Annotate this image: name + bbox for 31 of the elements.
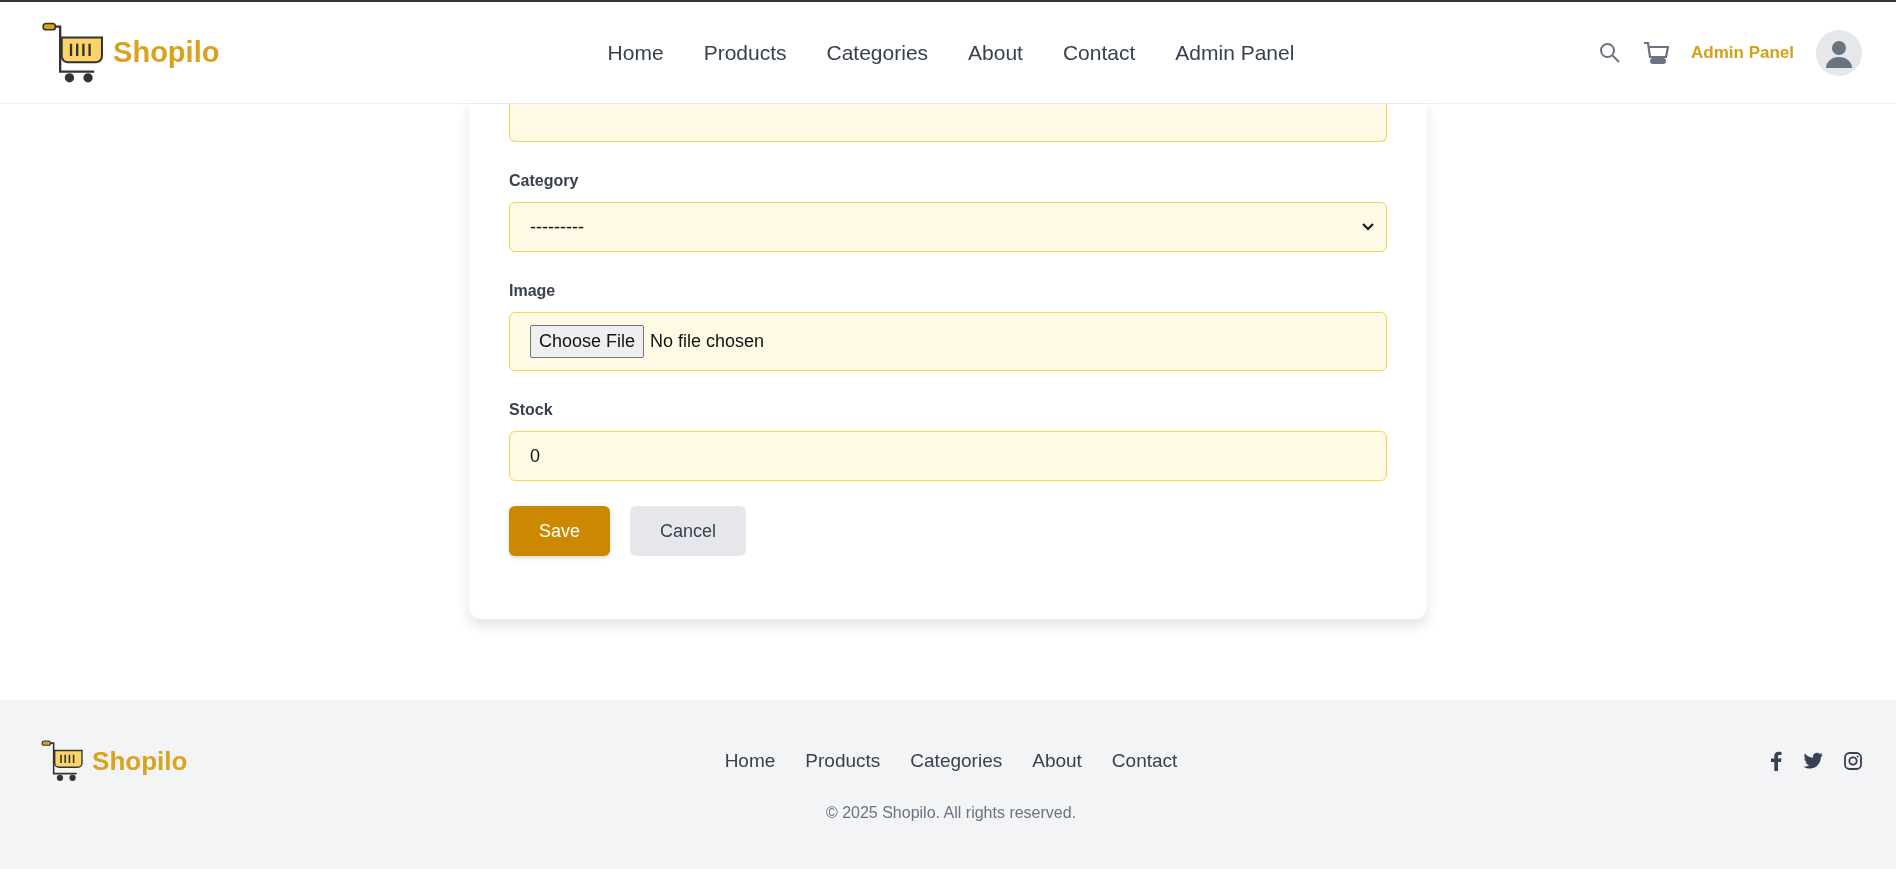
file-input[interactable]: Choose File No file chosen [509,312,1387,371]
nav-link[interactable]: About [968,40,1023,65]
footer-link[interactable]: Products [805,750,881,772]
field-label: Stock [509,401,554,419]
footer-link[interactable]: Contact [1111,750,1178,772]
twitter-bird-icon[interactable] [1802,752,1824,770]
copyright-text: © 2025 Shopilo. All rights reserved. [824,804,1078,822]
choose-file-button[interactable]: Choose File [530,325,645,358]
footer-link[interactable]: Home [724,750,776,772]
search-icon[interactable] [1599,41,1622,64]
shopping-cart-icon [40,740,85,782]
facebook-icon[interactable] [1770,751,1782,771]
footer-link[interactable]: About [1032,750,1082,772]
nav-link[interactable]: Contact [1062,40,1136,65]
chevron-down-icon [1362,223,1374,231]
file-status-text: No file chosen [650,331,765,352]
cart-icon[interactable] [1643,40,1670,65]
shopping-cart-icon [40,21,106,84]
nav-link[interactable]: Categories [826,40,929,65]
user-avatar-icon[interactable] [1816,29,1862,76]
field-label: Category [509,172,580,190]
cancel-button[interactable]: Cancel [630,506,747,556]
nav-link[interactable]: Home [607,40,664,65]
stock-input[interactable]: 0 [509,431,1387,481]
nav-link[interactable]: Admin Panel [1175,40,1295,65]
text-field[interactable] [509,104,1387,142]
category-select[interactable]: --------- [509,202,1387,252]
instagram-icon[interactable] [1844,752,1862,770]
nav-link[interactable]: Products [703,40,787,65]
footer-link[interactable]: Categories [910,750,1003,772]
field-label: Image [509,282,557,300]
